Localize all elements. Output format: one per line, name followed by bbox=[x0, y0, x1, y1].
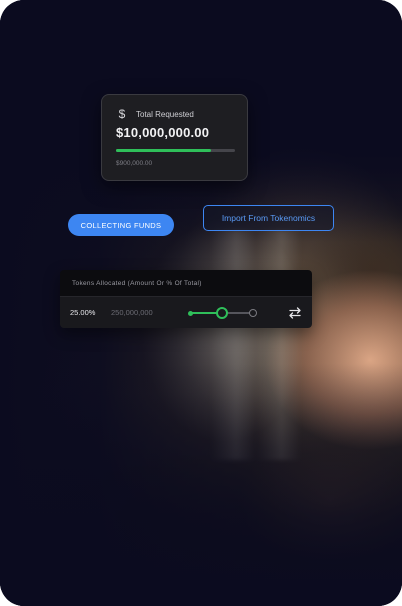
slider-start-dot bbox=[188, 310, 193, 316]
slider-end-dot bbox=[249, 309, 257, 317]
tokens-allocated-header: Tokens Allocated (Amount Or % Of Total) bbox=[60, 270, 312, 297]
tokens-allocated-panel: Tokens Allocated (Amount Or % Of Total) … bbox=[60, 270, 312, 328]
tokens-percent-field[interactable]: 25.00% bbox=[70, 308, 95, 317]
total-requested-amount: $10,000,000.00 bbox=[116, 125, 210, 140]
funding-progress-fill bbox=[116, 149, 212, 152]
tokens-allocated-row: 25.00% 250,000,000 bbox=[60, 297, 312, 328]
total-requested-header: $ Total Requested bbox=[116, 107, 194, 121]
raised-amount: $900,000.00 bbox=[116, 160, 153, 167]
total-requested-label: Total Requested bbox=[136, 109, 194, 119]
funding-progress-bar bbox=[116, 149, 235, 152]
dollar-icon: $ bbox=[118, 107, 126, 121]
import-from-tokenomics-button[interactable]: Import From Tokenomics bbox=[203, 205, 334, 231]
collecting-funds-button[interactable]: COLLECTING FUNDS bbox=[68, 214, 174, 236]
tokens-allocation-slider[interactable] bbox=[188, 307, 258, 319]
total-requested-card: $ Total Requested $10,000,000.00 $900,00… bbox=[101, 94, 248, 181]
slider-thumb[interactable] bbox=[216, 307, 228, 319]
app-frame: $ Total Requested $10,000,000.00 $900,00… bbox=[0, 0, 402, 606]
swap-arrows-icon[interactable] bbox=[287, 305, 303, 321]
tokens-amount-field[interactable]: 250,000,000 bbox=[111, 308, 153, 317]
